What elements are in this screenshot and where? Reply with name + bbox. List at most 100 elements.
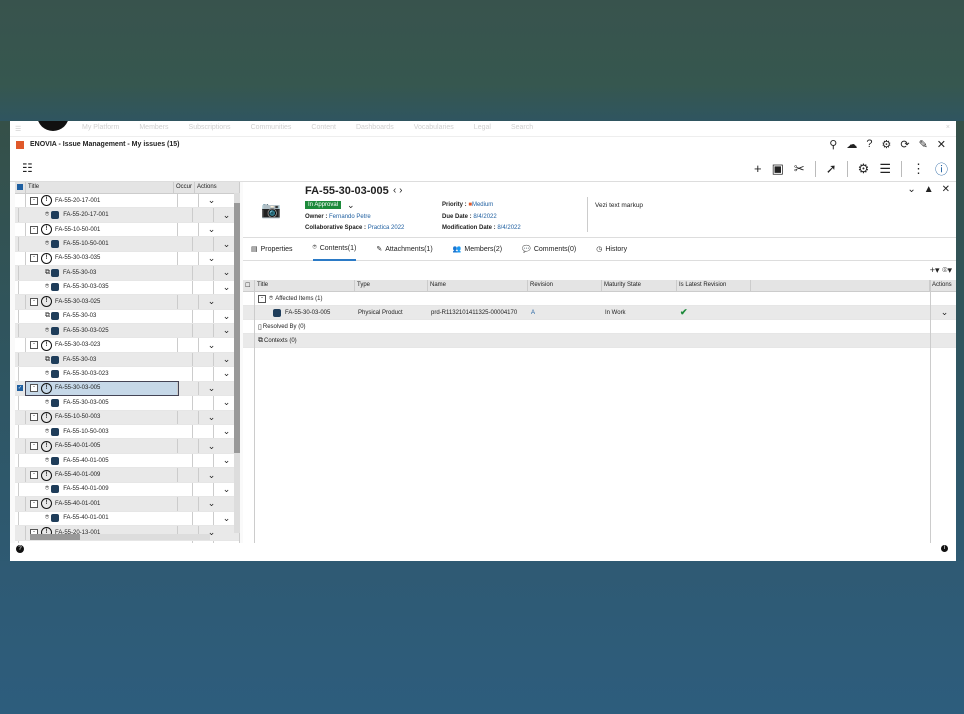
- grid-col-maturity[interactable]: Maturity State: [602, 280, 677, 291]
- refresh-icon[interactable]: ⟳: [900, 138, 909, 151]
- tree-row-label[interactable]: FA-55-10-50-001: [55, 227, 100, 233]
- add-content-icon[interactable]: +▾: [930, 265, 940, 275]
- group-contexts[interactable]: ⧉ Contexts (0): [243, 334, 956, 348]
- tree-col-title[interactable]: Title: [26, 182, 174, 193]
- tree-cell[interactable]: -! FA-55-20-17-001: [26, 194, 178, 208]
- row-actions-chevron-icon[interactable]: ⌄: [199, 223, 224, 236]
- tree-row[interactable]: -! FA-55-30-03-023 ⌄: [15, 338, 239, 353]
- tree-row-label[interactable]: FA-55-40-01-001: [63, 515, 108, 521]
- row-checkbox[interactable]: [15, 251, 26, 266]
- tree-cell[interactable]: ⧉ FA-55-30-03: [19, 266, 193, 280]
- platform-close-icon[interactable]: ×: [946, 124, 950, 131]
- menu-vocabularies[interactable]: Vocabularies: [414, 124, 454, 131]
- cloud-icon[interactable]: ☁: [846, 138, 857, 151]
- collapse-icon[interactable]: ⌄: [907, 184, 915, 195]
- row-checkbox[interactable]: [15, 410, 26, 424]
- scrollbar-thumb[interactable]: [30, 534, 80, 540]
- tree-row[interactable]: ⌾ FA-55-30-03-035 ⌄: [15, 280, 239, 296]
- tree-cell[interactable]: -! FA-55-40-01-001: [26, 497, 178, 511]
- tree-cell[interactable]: ⌾ FA-55-30-03-035: [19, 280, 193, 295]
- owner-value[interactable]: Fernando Petre: [329, 214, 371, 220]
- tree-row[interactable]: ⧉ FA-55-30-03 ⌄: [15, 309, 239, 324]
- row-actions-chevron-icon[interactable]: ⌄: [199, 497, 224, 510]
- row-checkbox[interactable]: [15, 468, 26, 482]
- tree-row-label[interactable]: FA-55-30-03-023: [55, 342, 100, 348]
- tree-row[interactable]: ⌾ FA-55-30-03-025 ⌄: [15, 323, 239, 339]
- select-cursor-icon[interactable]: ➚: [826, 161, 837, 177]
- tab-history[interactable]: ◷ History: [596, 238, 627, 260]
- tree-cell[interactable]: ⌾ FA-55-40-01-001: [19, 511, 193, 526]
- settings-icon[interactable]: ⚙: [858, 161, 870, 177]
- close-icon[interactable]: ✕: [937, 138, 946, 151]
- collapse-toggle[interactable]: -: [30, 254, 38, 263]
- tree-row[interactable]: ⌾ FA-55-40-01-009 ⌄: [15, 482, 239, 498]
- tree-cell[interactable]: ⌾ FA-55-40-01-005: [19, 453, 193, 468]
- group-affected-items[interactable]: - ⌾ Affected Items (1): [243, 292, 956, 306]
- tree-cell[interactable]: -! FA-55-30-03-025: [26, 295, 178, 309]
- close-panel-icon[interactable]: ✕: [942, 184, 950, 195]
- group-resolved-by[interactable]: ▯ Resolved By (0): [243, 320, 956, 334]
- camera-icon[interactable]: 📷: [261, 200, 281, 220]
- grid-col-name[interactable]: Name: [428, 280, 528, 291]
- row-checkbox[interactable]: [15, 338, 26, 352]
- tree-row[interactable]: ⧉ FA-55-30-03 ⌄: [15, 352, 239, 368]
- grid-col-revision[interactable]: Revision: [528, 280, 602, 291]
- list-filter-icon[interactable]: ☷: [22, 161, 33, 175]
- collapse-toggle[interactable]: -: [30, 196, 38, 205]
- status-badge[interactable]: In Approval: [305, 201, 342, 209]
- row-checkbox[interactable]: [15, 194, 26, 208]
- tree-row[interactable]: ✓ -! FA-55-30-03-005 ⌄: [15, 380, 239, 397]
- row-checkbox[interactable]: ✓: [15, 381, 26, 396]
- tools-icon[interactable]: ✂: [794, 161, 805, 177]
- due-value[interactable]: 8/4/2022: [473, 214, 496, 220]
- collapse-toggle[interactable]: -: [30, 341, 38, 350]
- row-actions-chevron-icon[interactable]: ⌄: [199, 295, 224, 308]
- tree-row[interactable]: ⌾ FA-55-40-01-005 ⌄: [15, 453, 239, 469]
- tree-cell[interactable]: ⌾ FA-55-30-03-025: [19, 323, 193, 338]
- tab-properties[interactable]: ▤ Properties: [251, 238, 293, 260]
- space-value[interactable]: Practica 2022: [368, 225, 405, 231]
- tree-row-label[interactable]: FA-55-10-50-003: [63, 429, 108, 435]
- tree-row-label[interactable]: FA-55-10-50-003: [55, 414, 100, 420]
- tab-attachments[interactable]: ✎ Attachments(1): [376, 238, 432, 260]
- tree-row-label[interactable]: FA-55-30-03-005: [63, 400, 108, 406]
- tree-row-label[interactable]: FA-55-20-17-001: [63, 212, 108, 218]
- tree-cell[interactable]: -! FA-55-40-01-009: [26, 468, 178, 482]
- info-icon[interactable]: ⓘ: [935, 159, 948, 178]
- tree-row-label[interactable]: FA-55-30-03-025: [55, 299, 100, 305]
- tree-row-label[interactable]: FA-55-40-01-005: [63, 458, 108, 464]
- row-actions-chevron-icon[interactable]: ⌄: [199, 468, 224, 481]
- menu-content[interactable]: Content: [311, 124, 336, 131]
- row-actions-chevron-icon[interactable]: ⌄: [199, 411, 224, 424]
- tree-cell[interactable]: -! FA-55-40-01-005: [26, 439, 178, 453]
- tree-row[interactable]: ⧉ FA-55-30-03 ⌄: [15, 266, 239, 281]
- search-icon[interactable]: ⚲: [829, 138, 837, 151]
- tree-row[interactable]: -! FA-55-30-03-025 ⌄: [15, 295, 239, 310]
- row-actions-chevron-icon[interactable]: ⌄: [930, 306, 956, 319]
- add-icon[interactable]: +: [754, 161, 762, 176]
- tree-row-label[interactable]: FA-55-30-03-035: [55, 255, 100, 261]
- collapse-toggle[interactable]: -: [30, 384, 38, 393]
- nav-arrows[interactable]: ‹ ›: [393, 185, 402, 196]
- tree-cell[interactable]: -! FA-55-30-03-005: [25, 380, 179, 397]
- tree-row-label[interactable]: FA-55-40-01-005: [55, 443, 100, 449]
- tree-row[interactable]: ⌾ FA-55-20-17-001 ⌄: [15, 208, 239, 223]
- tree-row[interactable]: ⌾ FA-55-40-01-001 ⌄: [15, 511, 239, 527]
- tree-cell[interactable]: -! FA-55-10-50-003: [26, 410, 178, 424]
- tab-comments[interactable]: 💬 Comments(0): [522, 238, 576, 260]
- tree-row-label[interactable]: FA-55-40-01-009: [55, 472, 100, 478]
- tree-cell[interactable]: ⌾ FA-55-10-50-003: [19, 425, 193, 439]
- hamburger-icon[interactable]: ☰: [15, 125, 21, 133]
- expand-up-icon[interactable]: ▲: [924, 184, 934, 195]
- tree-col-occur[interactable]: Occur: [174, 182, 195, 193]
- help-icon[interactable]: ?: [866, 138, 872, 151]
- gear-icon[interactable]: ⚙: [881, 138, 891, 151]
- chevron-down-icon[interactable]: ⌄: [347, 200, 355, 211]
- tab-contents[interactable]: ⌾ Contents(1): [312, 237, 357, 261]
- tree-row-label[interactable]: FA-55-30-03-025: [63, 328, 108, 334]
- info-circle-icon[interactable]: i: [941, 545, 948, 552]
- row-actions-chevron-icon[interactable]: ⌄: [199, 338, 224, 351]
- tree-row[interactable]: -! FA-55-10-50-003 ⌄: [15, 410, 239, 425]
- tree-row[interactable]: ⌾ FA-55-10-50-001 ⌄: [15, 237, 239, 252]
- scrollbar-thumb[interactable]: [234, 203, 240, 453]
